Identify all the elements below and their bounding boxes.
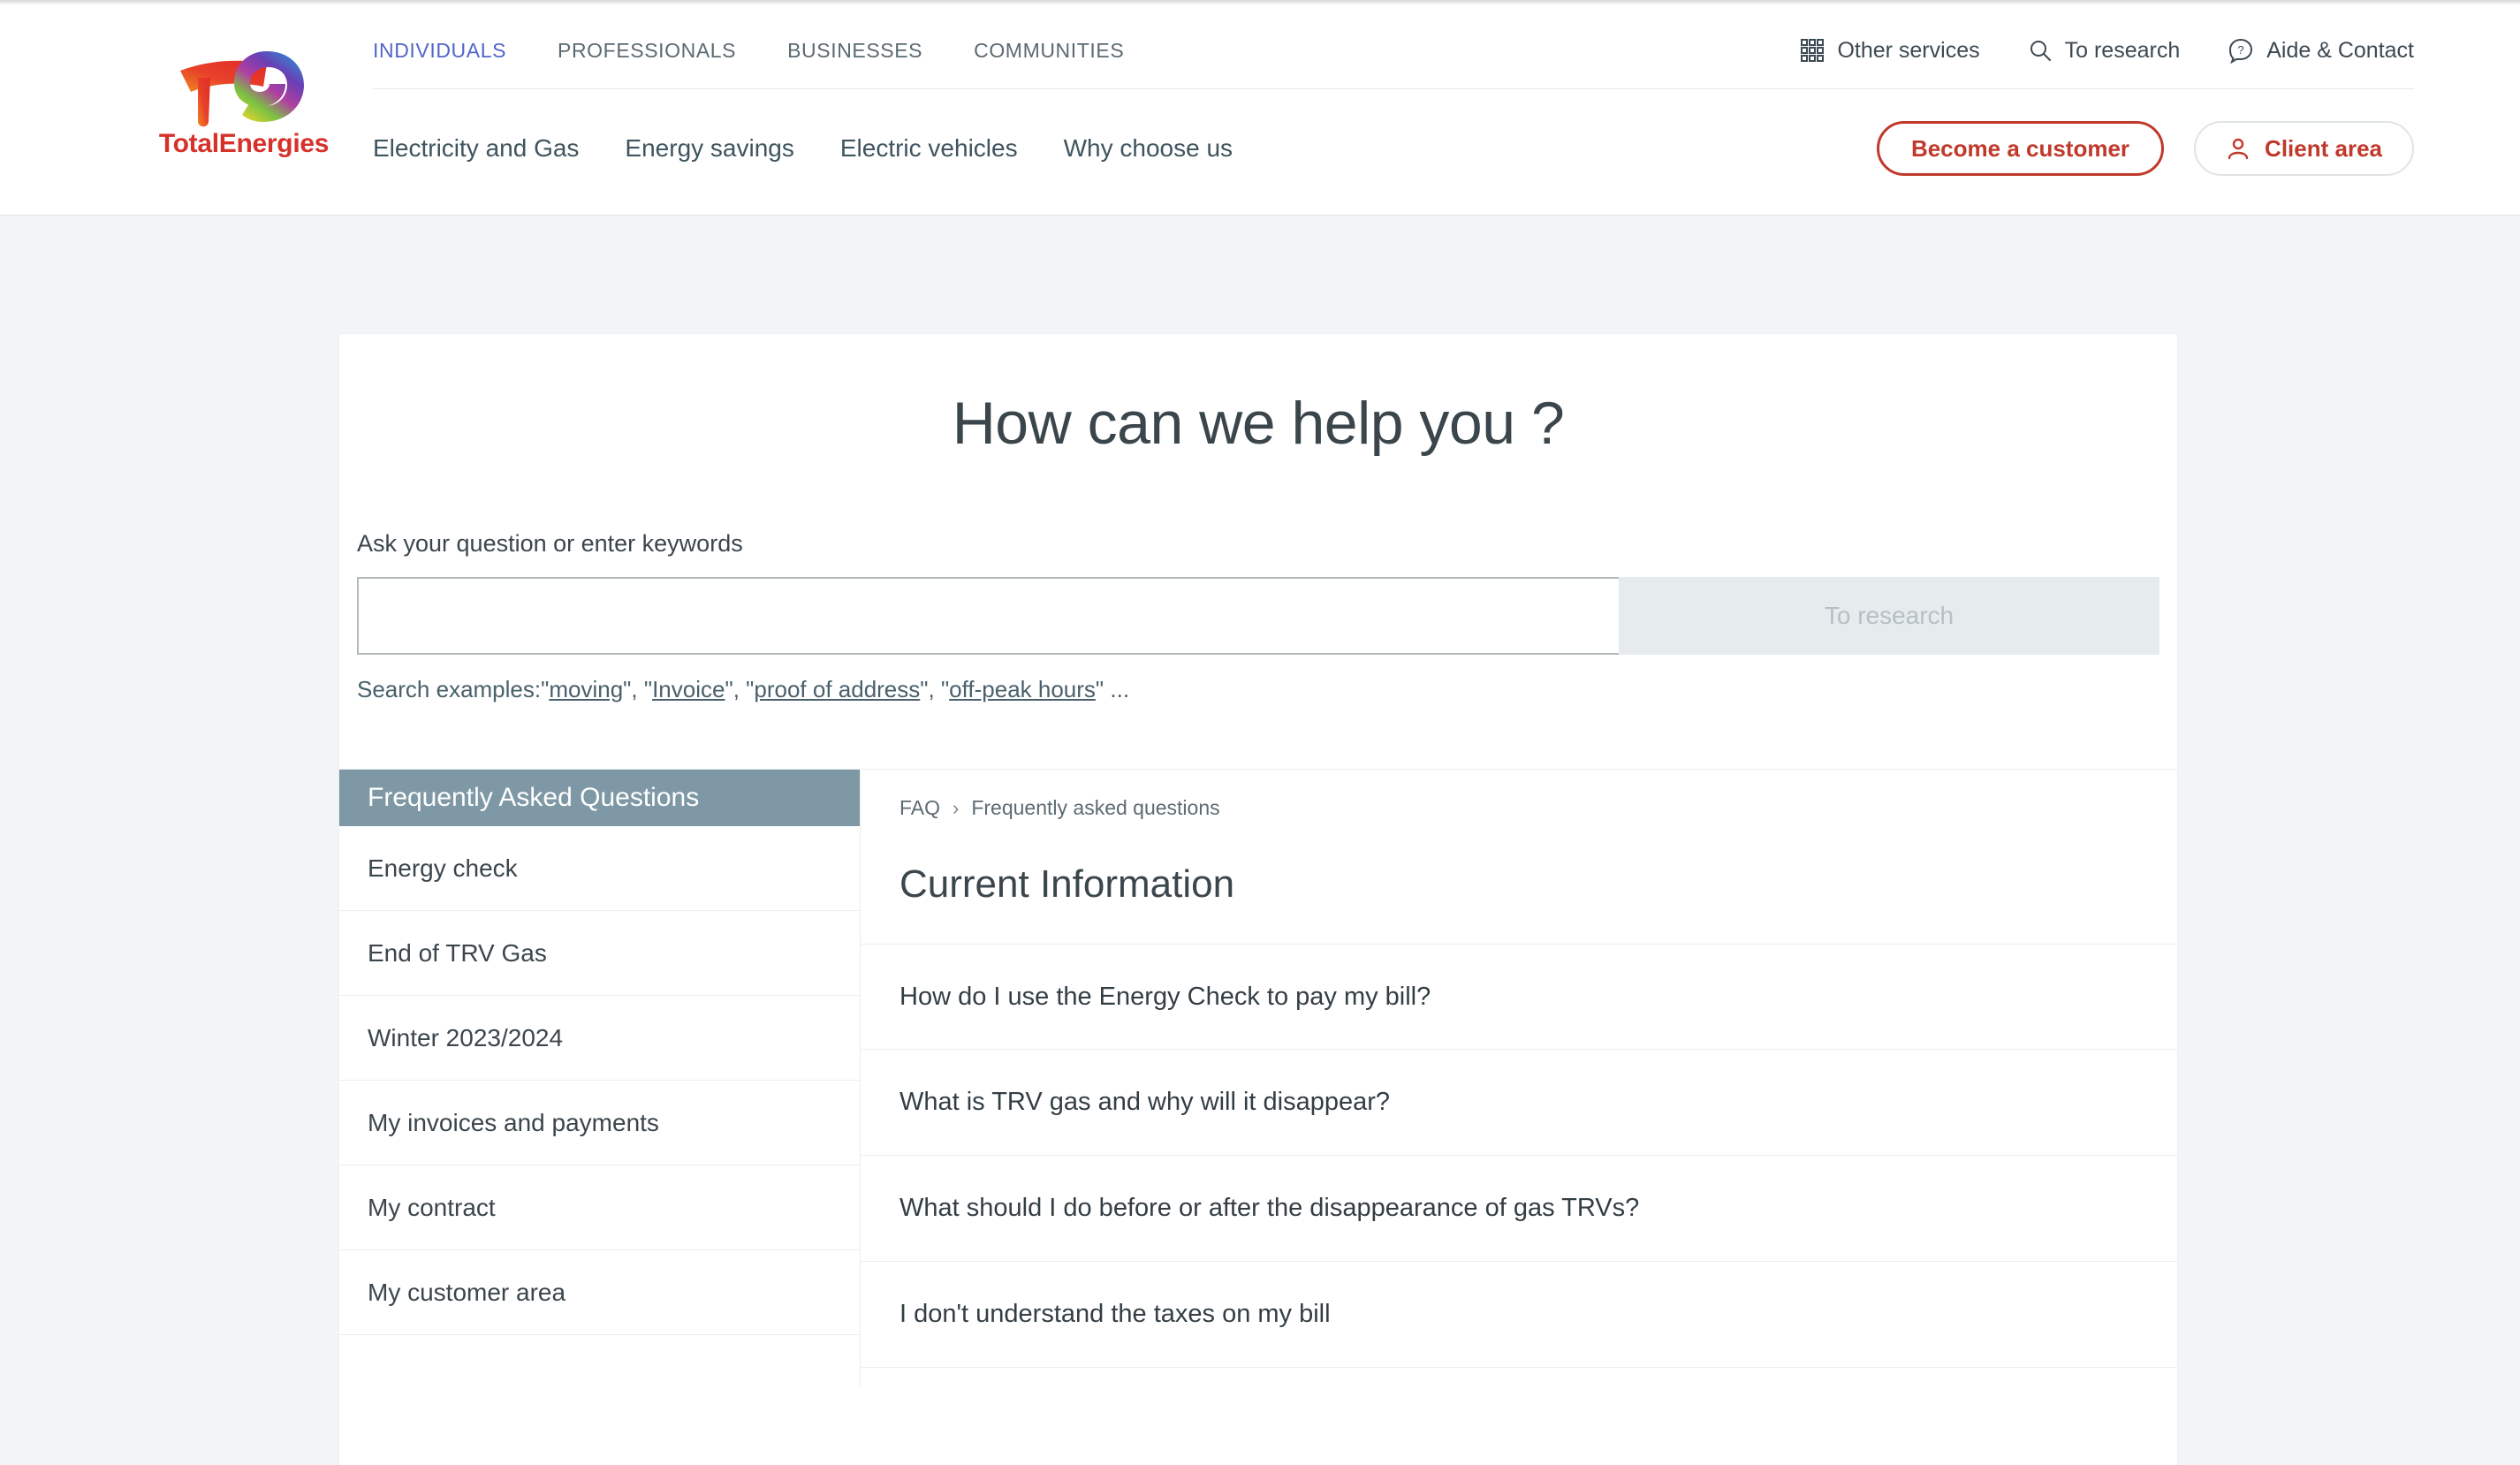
main-nav: Electricity and Gas Energy savings Elect… bbox=[373, 134, 1279, 163]
header-cta-group: Become a customer Client area bbox=[1876, 121, 2414, 176]
help-contact-link[interactable]: ? Aide & Contact bbox=[2228, 37, 2414, 64]
search-examples-prefix: Search examples: bbox=[357, 676, 542, 702]
other-services-link[interactable]: Other services bbox=[1800, 37, 1980, 64]
breadcrumb: FAQ › Frequently asked questions bbox=[861, 770, 2177, 820]
help-bubble-icon: ? bbox=[2228, 37, 2254, 64]
sidebar-item-my-contract[interactable]: My contract bbox=[339, 1165, 860, 1250]
segment-nav: INDIVIDUALS PROFESSIONALS BUSINESSES COM… bbox=[373, 34, 1175, 68]
faq-main: FAQ › Frequently asked questions Current… bbox=[861, 770, 2177, 1387]
main-nav-row: Electricity and Gas Energy savings Elect… bbox=[373, 110, 2414, 187]
faq-area: Frequently Asked Questions Energy check … bbox=[339, 769, 2177, 1387]
sidebar-header-frequently-asked-questions[interactable]: Frequently Asked Questions bbox=[339, 770, 860, 826]
client-area-button[interactable]: Client area bbox=[2194, 121, 2414, 176]
example-moving[interactable]: moving bbox=[549, 676, 623, 702]
page-title: How can we help you ? bbox=[952, 390, 1565, 457]
search-row: To research bbox=[357, 577, 2159, 655]
grid-icon bbox=[1800, 38, 1825, 63]
utility-row: INDIVIDUALS PROFESSIONALS BUSINESSES COM… bbox=[373, 21, 2414, 80]
segment-professionals[interactable]: PROFESSIONALS bbox=[558, 34, 736, 68]
search-input[interactable] bbox=[357, 577, 1619, 655]
search-label: Ask your question or enter keywords bbox=[357, 530, 743, 557]
become-a-customer-button[interactable]: Become a customer bbox=[1876, 121, 2165, 176]
utility-links: Other services To research ? Aide & Cont… bbox=[1800, 37, 2414, 64]
nav-why-choose-us[interactable]: Why choose us bbox=[1064, 134, 1233, 163]
breadcrumb-item-frequently-asked-questions[interactable]: Frequently asked questions bbox=[971, 796, 1219, 820]
faq-question-taxes-on-bill[interactable]: I don't understand the taxes on my bill bbox=[861, 1262, 2177, 1368]
breadcrumb-item-faq[interactable]: FAQ bbox=[899, 796, 940, 820]
help-contact-label: Aide & Contact bbox=[2266, 37, 2414, 63]
faq-question-before-after-trv-disappearance[interactable]: What should I do before or after the dis… bbox=[861, 1156, 2177, 1262]
example-proof-of-address[interactable]: proof of address bbox=[754, 676, 920, 702]
brand-wordmark: TotalEnergies bbox=[158, 129, 330, 158]
sidebar-item-my-invoices-and-payments[interactable]: My invoices and payments bbox=[339, 1081, 860, 1165]
sidebar-item-end-of-trv-gas[interactable]: End of TRV Gas bbox=[339, 911, 860, 996]
nav-electric-vehicles[interactable]: Electric vehicles bbox=[840, 134, 1018, 163]
svg-text:?: ? bbox=[2238, 43, 2244, 57]
segment-businesses[interactable]: BUSINESSES bbox=[787, 34, 922, 68]
become-a-customer-label: Become a customer bbox=[1910, 134, 2130, 162]
totalenergies-logo-icon bbox=[180, 51, 304, 127]
search-examples: Search examples:"moving", "Invoice", "pr… bbox=[357, 676, 1130, 702]
user-icon bbox=[2226, 136, 2251, 161]
site-header: TotalEnergies INDIVIDUALS PROFESSIONALS … bbox=[0, 5, 2520, 216]
sidebar-item-energy-check[interactable]: Energy check bbox=[339, 826, 860, 911]
section-title: Current Information bbox=[899, 862, 1235, 906]
example-off-peak-hours[interactable]: off-peak hours bbox=[949, 676, 1096, 702]
segment-communities[interactable]: COMMUNITIES bbox=[974, 34, 1124, 68]
segment-individuals[interactable]: INDIVIDUALS bbox=[373, 34, 506, 68]
brand-logo[interactable]: TotalEnergies bbox=[156, 37, 332, 159]
faq-question-what-is-trv-gas[interactable]: What is TRV gas and why will it disappea… bbox=[861, 1050, 2177, 1156]
quote: " bbox=[541, 676, 550, 702]
search-examples-suffix: ... bbox=[1104, 676, 1130, 702]
client-area-label: Client area bbox=[2265, 134, 2382, 162]
search-submit-button[interactable]: To research bbox=[1619, 577, 2159, 655]
chevron-right-icon: › bbox=[953, 796, 960, 819]
nav-energy-savings[interactable]: Energy savings bbox=[625, 134, 793, 163]
sidebar-item-my-customer-area[interactable]: My customer area bbox=[339, 1250, 860, 1335]
faq-question-energy-check-pay-bill[interactable]: How do I use the Energy Check to pay my … bbox=[861, 944, 2177, 1050]
faq-card: How can we help you ? Ask your question … bbox=[339, 334, 2177, 1465]
other-services-label: Other services bbox=[1837, 37, 1980, 63]
example-invoice[interactable]: Invoice bbox=[652, 676, 725, 702]
faq-sidebar: Frequently Asked Questions Energy check … bbox=[339, 770, 861, 1387]
header-divider bbox=[373, 88, 2414, 89]
search-block: Ask your question or enter keywords To r… bbox=[339, 530, 2177, 703]
nav-electricity-and-gas[interactable]: Electricity and Gas bbox=[373, 134, 579, 163]
sidebar-item-winter-2023-2024[interactable]: Winter 2023/2024 bbox=[339, 996, 860, 1081]
search-link-label: To research bbox=[2064, 37, 2181, 63]
search-link[interactable]: To research bbox=[2028, 37, 2181, 64]
search-icon bbox=[2028, 38, 2053, 63]
